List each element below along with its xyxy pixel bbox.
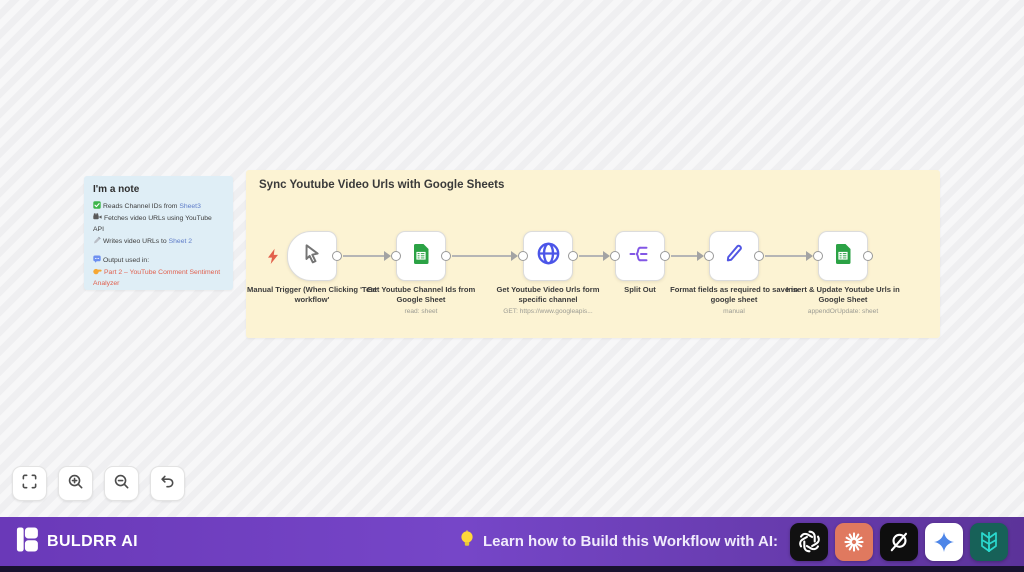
sticky-note[interactable]: I'm a note Reads Channel IDs from Sheet3…	[84, 176, 233, 290]
connection-wire	[579, 255, 603, 257]
note-line-part2[interactable]: Part 2 – YouTube Comment Sentiment Analy…	[93, 267, 224, 289]
input-handle[interactable]	[610, 251, 620, 261]
note-line-fetch: Fetches video URLs using YouTube API	[93, 213, 224, 235]
writing-hand-icon	[93, 236, 101, 248]
node-split-out[interactable]	[610, 231, 670, 281]
check-icon	[93, 201, 101, 213]
node-title: Get Youtube Channel Ids from Google Shee…	[366, 285, 476, 305]
perplexity-icon[interactable]	[970, 522, 1008, 561]
gemini-icon[interactable]	[925, 522, 963, 561]
node-label: Get Youtube Channel Ids from Google Shee…	[356, 285, 486, 315]
zoom-out-button[interactable]	[104, 466, 139, 501]
ai-tool-links	[790, 522, 1008, 561]
node-format-fields[interactable]	[704, 231, 764, 281]
footer-bar: BULDRR AI Learn how to Build this Workfl…	[0, 517, 1024, 566]
brand-link[interactable]: BULDRR AI	[16, 526, 138, 557]
workflow-note[interactable]: Sync Youtube Video Urls with Google Shee…	[246, 170, 940, 338]
note-link-sheet2[interactable]: Sheet 2	[169, 238, 192, 245]
speech-balloon-icon	[93, 255, 101, 267]
pointing-finger-icon	[93, 267, 102, 279]
movie-camera-icon	[93, 213, 102, 225]
note-link-sheet3[interactable]: Sheet3	[179, 203, 201, 210]
openai-icon[interactable]	[790, 522, 828, 561]
output-handle[interactable]	[754, 251, 764, 261]
node-label: Insert & Update Youtube Urls in Google S…	[778, 285, 908, 315]
note-text: Reads Channel IDs from	[103, 203, 180, 210]
input-handle[interactable]	[704, 251, 714, 261]
zoom-in-icon	[67, 473, 84, 495]
node-subtitle: read: sheet	[404, 307, 438, 315]
connection-arrow	[384, 251, 391, 261]
connection-arrow	[806, 251, 813, 261]
workflow-title: Sync Youtube Video Urls with Google Shee…	[259, 179, 505, 191]
pencil-icon	[722, 241, 747, 271]
connection-wire	[452, 255, 511, 257]
split-out-icon	[628, 242, 652, 271]
lightbulb-icon	[459, 529, 475, 554]
undo-icon	[159, 473, 176, 495]
globe-icon	[535, 240, 562, 272]
google-sheets-icon	[831, 242, 855, 271]
node-get-channel-ids[interactable]	[391, 231, 451, 281]
note-line-output: Output used in:	[93, 255, 224, 267]
connection-arrow	[511, 251, 518, 261]
grok-icon[interactable]	[880, 522, 918, 561]
note-text: Writes video URLs to	[103, 237, 169, 245]
connection-arrow	[697, 251, 704, 261]
output-handle[interactable]	[863, 251, 873, 261]
footer-cta: Learn how to Build this Workflow with AI…	[459, 522, 1008, 561]
node-subtitle: appendOrUpdate: sheet	[807, 307, 879, 315]
node-insert-update[interactable]	[813, 231, 873, 281]
note-spacer	[93, 248, 224, 255]
output-handle[interactable]	[660, 251, 670, 261]
google-sheets-icon	[409, 242, 433, 271]
node-get-video-urls[interactable]	[518, 231, 578, 281]
trigger-bolt-icon	[266, 248, 280, 270]
input-handle[interactable]	[813, 251, 823, 261]
zoom-out-icon	[113, 473, 130, 495]
note-part2-link[interactable]: Part 2 – YouTube Comment Sentiment Analy…	[93, 269, 220, 287]
input-handle[interactable]	[518, 251, 528, 261]
footer-strip	[0, 566, 1024, 572]
zoom-in-button[interactable]	[58, 466, 93, 501]
note-text: Output used in:	[103, 256, 150, 264]
connection-wire	[765, 255, 806, 257]
note-text: Fetches video URLs using YouTube API	[93, 215, 212, 234]
buldrr-logo-icon	[16, 526, 39, 557]
claude-icon[interactable]	[835, 522, 873, 561]
output-handle[interactable]	[568, 251, 578, 261]
canvas-toolbar	[12, 466, 185, 501]
output-handle[interactable]	[332, 251, 342, 261]
brand-name: BULDRR AI	[47, 532, 138, 550]
node-manual-trigger[interactable]	[287, 231, 342, 281]
connection-arrow	[603, 251, 610, 261]
node-title: Insert & Update Youtube Urls in Google S…	[786, 285, 900, 305]
output-handle[interactable]	[441, 251, 451, 261]
sticky-note-title: I'm a note	[93, 184, 140, 195]
workflow-canvas[interactable]: I'm a note Reads Channel IDs from Sheet3…	[0, 0, 1024, 572]
note-line-read: Reads Channel IDs from Sheet3	[93, 201, 224, 213]
note-line-write: Writes video URLs to Sheet 2	[93, 236, 224, 248]
node-subtitle: GET: https://www.googleapis...	[503, 307, 593, 315]
cursor-icon	[299, 241, 325, 272]
input-handle[interactable]	[391, 251, 401, 261]
footer-cta-text: Learn how to Build this Workflow with AI…	[483, 533, 778, 550]
connection-wire	[343, 255, 384, 257]
undo-button[interactable]	[150, 466, 185, 501]
fit-view-icon	[21, 473, 38, 495]
connection-wire	[671, 255, 697, 257]
fit-view-button[interactable]	[12, 466, 47, 501]
